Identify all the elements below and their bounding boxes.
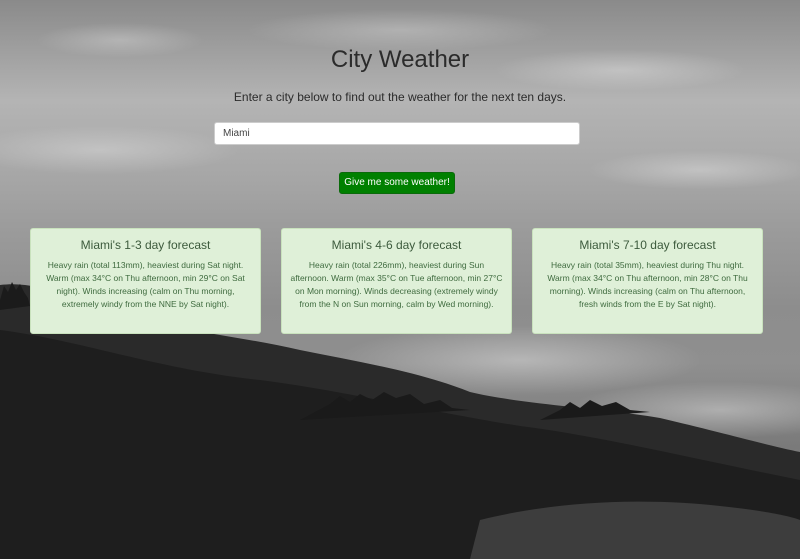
forecast-card-text: Heavy rain (total 35mm), heaviest during… bbox=[547, 260, 748, 309]
forecast-cards: Miami's 1-3 day forecast Heavy rain (tot… bbox=[30, 228, 764, 334]
page-title: City Weather bbox=[330, 46, 470, 73]
forecast-card-title: Miami's 4-6 day forecast bbox=[331, 238, 462, 252]
forecast-card-text: Heavy rain (total 226mm), heaviest durin… bbox=[290, 260, 503, 309]
forecast-card-title: Miami's 1-3 day forecast bbox=[80, 238, 211, 252]
forecast-card-text: Heavy rain (total 113mm), heaviest durin… bbox=[46, 260, 245, 309]
main-content: City Weather Enter a city below to find … bbox=[0, 0, 800, 194]
city-input[interactable]: Miami bbox=[214, 122, 580, 145]
forecast-card-7-10: Miami's 7-10 day forecast Heavy rain (to… bbox=[532, 228, 763, 334]
forecast-card-title: Miami's 7-10 day forecast bbox=[579, 238, 716, 252]
get-weather-button[interactable]: Give me some weather! bbox=[339, 172, 455, 194]
page-subtitle: Enter a city below to find out the weath… bbox=[233, 90, 567, 104]
forecast-card-4-6: Miami's 4-6 day forecast Heavy rain (tot… bbox=[281, 228, 512, 334]
forecast-card-1-3: Miami's 1-3 day forecast Heavy rain (tot… bbox=[30, 228, 261, 334]
